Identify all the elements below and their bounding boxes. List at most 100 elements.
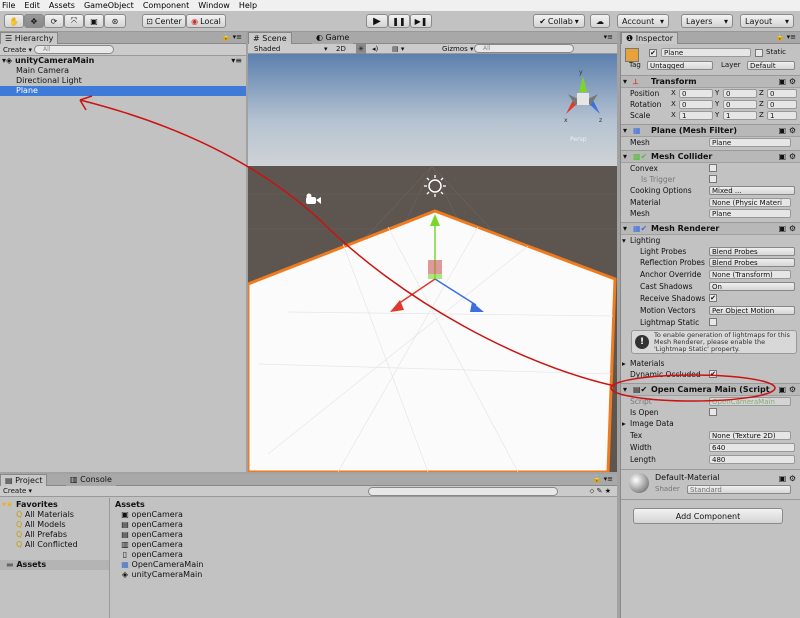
is-open-checkbox[interactable]	[709, 408, 717, 416]
scale-y-input[interactable]: 1	[723, 111, 757, 120]
filter-icons[interactable]: ⬦ ✎ ★	[590, 486, 612, 497]
lighting-foldout[interactable]: ▾ Lighting	[621, 235, 800, 246]
scene-menu-icon[interactable]: ▾≡	[231, 56, 242, 66]
scale-tool-button[interactable]: ⤧	[64, 14, 84, 28]
account-dropdown[interactable]: Account ▾	[617, 14, 669, 28]
asset-item[interactable]: ▤ openCamera	[111, 520, 617, 530]
static-checkbox[interactable]	[755, 49, 763, 57]
favorite-all-materials[interactable]: Q All Materials	[0, 510, 109, 520]
gear-icon[interactable]: ▣ ⚙	[778, 76, 796, 88]
rotate-tool-button[interactable]: ⟳	[44, 14, 64, 28]
project-search-input[interactable]	[368, 487, 558, 496]
add-component-button[interactable]: Add Component	[633, 508, 783, 524]
gizmos-dropdown[interactable]: Gizmos ▾	[442, 44, 474, 54]
menu-window[interactable]: Window	[198, 1, 230, 10]
effects-toggle-icon[interactable]: ▤ ▾	[392, 44, 404, 54]
step-button[interactable]: ▶❚	[410, 14, 432, 28]
rect-tool-button[interactable]: ▣	[84, 14, 104, 28]
asset-item[interactable]: ▣ openCamera	[111, 510, 617, 520]
move-tool-button[interactable]: ✥	[24, 14, 44, 28]
panel-menu-icon[interactable]: 🔒 ▾≡	[593, 475, 613, 483]
collab-dropdown[interactable]: ✔ Collab ▾	[533, 14, 585, 28]
audio-toggle-icon[interactable]: ◂)	[372, 44, 378, 54]
console-tab[interactable]: ▥ Console	[66, 474, 116, 486]
pause-button[interactable]: ❚❚	[388, 14, 410, 28]
anchor-override-field[interactable]: None (Transform)	[709, 270, 791, 279]
menu-gameobject[interactable]: GameObject	[84, 1, 134, 10]
hierarchy-item-directional-light[interactable]: Directional Light	[0, 76, 246, 86]
scale-z-input[interactable]: 1	[767, 111, 797, 120]
length-input[interactable]: 480	[709, 455, 795, 464]
mesh-renderer-header[interactable]: ▾ ▦✔ Mesh Renderer ▣ ⚙	[621, 222, 800, 235]
hand-tool-button[interactable]: ✋	[4, 14, 24, 28]
scene-tab[interactable]: # Scene	[248, 32, 292, 44]
panel-menu-icon[interactable]: 🔒 ▾≡	[222, 33, 242, 41]
asset-item[interactable]: ▥ openCamera	[111, 540, 617, 550]
gear-icon[interactable]: ▣ ⚙	[778, 384, 796, 396]
rotation-x-input[interactable]: 0	[679, 100, 713, 109]
tag-dropdown[interactable]: Untagged	[647, 61, 713, 70]
asset-item[interactable]: ▦ OpenCameraMain	[111, 560, 617, 570]
hierarchy-item-plane[interactable]: Plane	[0, 86, 246, 96]
project-tab[interactable]: ▤ Project	[0, 474, 48, 486]
collider-material-field[interactable]: None (Physic Materi	[709, 198, 791, 207]
transform-tool-button[interactable]: ⊛	[104, 14, 126, 28]
menu-component[interactable]: Component	[143, 1, 189, 10]
menu-help[interactable]: Help	[239, 1, 257, 10]
active-checkbox[interactable]: ✔	[649, 49, 657, 57]
mesh-filter-mesh-field[interactable]: Plane	[709, 138, 791, 147]
asset-item[interactable]: ▤ openCamera	[111, 530, 617, 540]
dynamic-occluded-checkbox[interactable]: ✔	[709, 370, 717, 378]
rotation-y-input[interactable]: 0	[723, 100, 757, 109]
cast-shadows-dropdown[interactable]: On	[709, 282, 795, 291]
game-tab[interactable]: ◐ Game	[312, 32, 354, 44]
position-y-input[interactable]: 0	[723, 89, 757, 98]
scene-viewport[interactable]: y x z Persp	[248, 54, 617, 472]
menu-edit[interactable]: Edit	[24, 1, 40, 10]
layers-dropdown[interactable]: Layers ▾	[681, 14, 733, 28]
layout-dropdown[interactable]: Layout ▾	[740, 14, 794, 28]
favorites-folder[interactable]: ▾★ Favorites	[0, 500, 109, 510]
hierarchy-item-main-camera[interactable]: Main Camera	[0, 66, 246, 76]
panel-menu-icon[interactable]: ▾≡	[604, 33, 613, 41]
scale-x-input[interactable]: 1	[679, 111, 713, 120]
script-component-header[interactable]: ▾ ▤✔ Open Camera Main (Script ▣ ⚙	[621, 383, 800, 396]
pivot-center-toggle[interactable]: ⊡ Center	[142, 14, 186, 28]
asset-item[interactable]: ▯ openCamera	[111, 550, 617, 560]
space-local-toggle[interactable]: ◉ Local	[186, 14, 226, 28]
position-z-input[interactable]: 0	[767, 89, 797, 98]
layer-dropdown[interactable]: Default	[747, 61, 795, 70]
favorite-all-conflicted[interactable]: Q All Conflicted	[0, 540, 109, 550]
scene-root-item[interactable]: ▾◈ unityCameraMain ▾≡	[0, 56, 246, 66]
position-x-input[interactable]: 0	[679, 89, 713, 98]
menu-assets[interactable]: Assets	[49, 1, 75, 10]
materials-foldout[interactable]: ▸ Materials	[621, 358, 800, 369]
transform-header[interactable]: ▾ ⟂ Transform ▣ ⚙	[621, 75, 800, 88]
cloud-button[interactable]: ☁	[590, 14, 610, 28]
receive-shadows-checkbox[interactable]: ✔	[709, 294, 717, 302]
mesh-filter-header[interactable]: ▾ ▦ Plane (Mesh Filter) ▣ ⚙	[621, 124, 800, 137]
assets-folder[interactable]: ▬ Assets	[0, 560, 109, 570]
asset-item[interactable]: ◈ unityCameraMain	[111, 570, 617, 580]
cooking-options-dropdown[interactable]: Mixed ...	[709, 186, 795, 195]
width-input[interactable]: 640	[709, 443, 795, 452]
menu-file[interactable]: File	[2, 1, 15, 10]
gear-icon[interactable]: ▣ ⚙	[778, 125, 796, 137]
shading-dropdown[interactable]: Shaded	[254, 44, 280, 54]
project-create-dropdown[interactable]: Create ▾	[3, 487, 32, 495]
lighting-toggle-icon[interactable]: ✳	[356, 44, 366, 54]
collider-mesh-field[interactable]: Plane	[709, 209, 791, 218]
create-dropdown[interactable]: Create ▾	[3, 46, 32, 54]
2d-toggle[interactable]: 2D	[336, 44, 346, 54]
persp-label[interactable]: Persp	[570, 136, 587, 143]
lightmap-static-checkbox[interactable]	[709, 318, 717, 326]
hierarchy-search-input[interactable]: All	[34, 45, 114, 54]
tex-field[interactable]: None (Texture 2D)	[709, 431, 791, 440]
gear-icon[interactable]: ▣ ⚙	[778, 223, 796, 235]
script-field[interactable]: OpenCameraMain	[709, 397, 791, 406]
image-data-foldout[interactable]: ▸ Image Data	[621, 418, 800, 429]
reflection-probes-dropdown[interactable]: Blend Probes	[709, 258, 795, 267]
panel-menu-icon[interactable]: 🔒 ▾≡	[776, 33, 796, 41]
play-button[interactable]: ▶	[366, 14, 388, 28]
rotation-z-input[interactable]: 0	[767, 100, 797, 109]
